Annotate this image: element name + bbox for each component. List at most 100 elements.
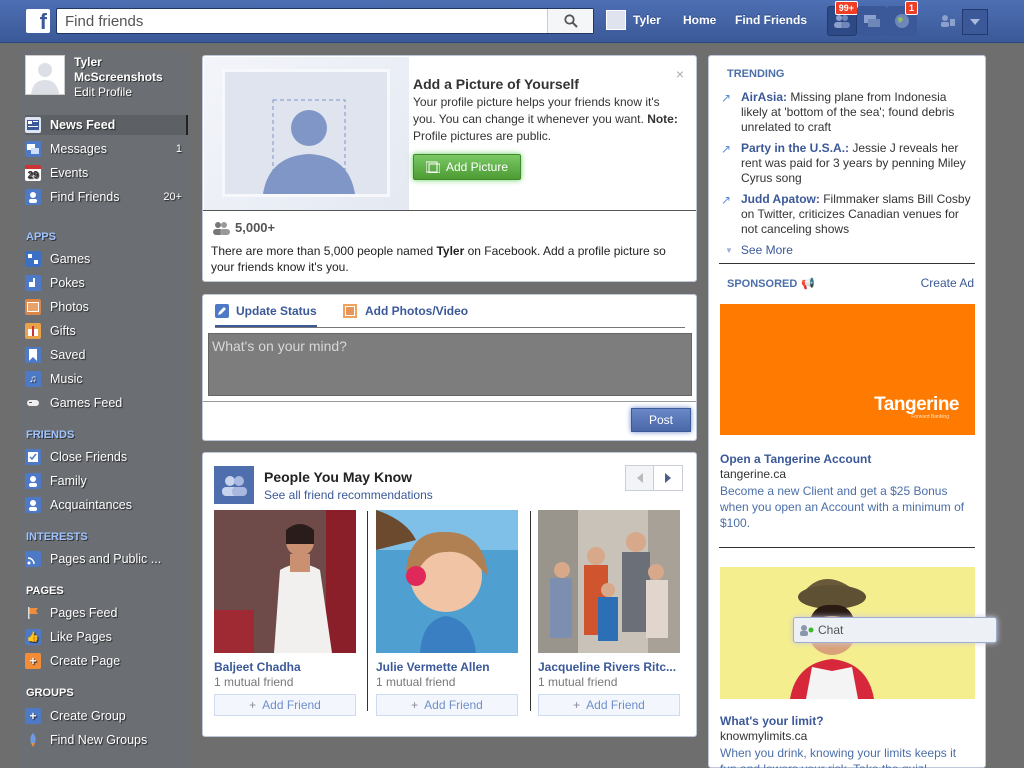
- sidebar-item-find-friends[interactable]: Find Friends 20+: [25, 187, 188, 207]
- profile-silhouette-frame: [222, 69, 390, 197]
- ad1-text[interactable]: Become a new Client and get a $25 Bonus …: [720, 483, 976, 531]
- pymk-title: People You May Know: [264, 469, 413, 485]
- mutual-friends[interactable]: 1 mutual friend: [376, 675, 455, 689]
- section-header-pages[interactable]: PAGES: [26, 585, 64, 597]
- ad1-title[interactable]: Open a Tangerine Account: [720, 452, 871, 466]
- trending-topic[interactable]: AirAsia:: [741, 90, 787, 104]
- chevron-down-icon: [970, 19, 980, 25]
- trending-topic[interactable]: Party in the U.S.A.:: [741, 141, 849, 155]
- trending-item[interactable]: ↗ AirAsia: Missing plane from Indonesia …: [721, 90, 971, 135]
- sidebar-item-gifts[interactable]: Gifts: [25, 321, 188, 341]
- silhouette-icon: [263, 99, 355, 194]
- plus-icon: +: [25, 708, 41, 724]
- status-placeholder: What's on your mind?: [212, 338, 347, 354]
- add-friend-button[interactable]: + Add Friend: [214, 694, 356, 716]
- nav-profile-link[interactable]: Tyler: [606, 10, 661, 30]
- tab-update-status[interactable]: Update Status: [215, 304, 317, 327]
- ad2-text[interactable]: When you drink, knowing your limits keep…: [720, 745, 976, 768]
- search-button[interactable]: [547, 9, 593, 33]
- person-name[interactable]: Jacqueline Rivers Ritc...: [538, 660, 680, 674]
- add-picture-button[interactable]: Add Picture: [413, 154, 521, 180]
- sidebar-item-label: Messages: [50, 142, 107, 156]
- add-friend-button[interactable]: + Add Friend: [538, 694, 680, 716]
- sidebar-profile[interactable]: Tyler McScreenshots Edit Profile: [25, 55, 189, 103]
- see-all-recommendations-link[interactable]: See all friend recommendations: [264, 488, 433, 502]
- sidebar-item-family[interactable]: Family: [25, 471, 188, 491]
- sidebar-item-music[interactable]: ♫ Music: [25, 369, 188, 389]
- divider: [215, 327, 685, 328]
- facebook-logo[interactable]: f: [26, 9, 50, 33]
- trending-item[interactable]: ↗ Judd Apatow: Filmmaker slams Bill Cosb…: [721, 192, 971, 237]
- see-more-link[interactable]: ▼ See More: [725, 243, 793, 257]
- flag-icon: [25, 605, 41, 621]
- edit-profile-link[interactable]: Edit Profile: [74, 85, 132, 99]
- sidebar-item-games[interactable]: Games: [25, 249, 188, 269]
- trending-item[interactable]: ↗ Party in the U.S.A.: Jessie J reveals …: [721, 141, 971, 186]
- chat-bar[interactable]: Chat: [793, 617, 997, 643]
- add-picture-title: Add a Picture of Yourself: [413, 76, 579, 92]
- section-header-interests[interactable]: INTERESTS: [26, 531, 88, 543]
- create-ad-link[interactable]: Create Ad: [921, 276, 974, 290]
- bookmark-icon: [25, 347, 41, 363]
- notifications-jewel[interactable]: 1: [887, 1, 918, 36]
- person-name[interactable]: Julie Vermette Allen: [376, 660, 518, 674]
- sidebar-item-news-feed[interactable]: News Feed: [25, 115, 188, 135]
- account-menu-button[interactable]: [962, 9, 988, 35]
- profile-name[interactable]: Tyler McScreenshots: [74, 55, 184, 85]
- sidebar-item-games-feed[interactable]: Games Feed: [25, 393, 188, 413]
- sidebar-item-close-friends[interactable]: Close Friends: [25, 447, 188, 467]
- tab-add-photos[interactable]: Add Photos/Video: [343, 304, 468, 318]
- chat-label: Chat: [818, 623, 844, 637]
- privacy-shortcuts-icon[interactable]: [940, 14, 956, 31]
- trending-topic[interactable]: Judd Apatow:: [741, 192, 820, 206]
- post-button[interactable]: Post: [631, 408, 691, 432]
- composer-card: Update Status Add Photos/Video What's on…: [202, 294, 697, 441]
- sidebar-item-find-new-groups[interactable]: Find New Groups: [25, 730, 188, 750]
- tangerine-ad-image[interactable]: Tangerine Forward Banking: [720, 304, 975, 435]
- section-header-apps[interactable]: APPS: [26, 231, 56, 243]
- messages-jewel[interactable]: [857, 6, 887, 36]
- section-header-groups[interactable]: GROUPS: [26, 687, 74, 699]
- sidebar-item-acquaintances[interactable]: Acquaintances: [25, 495, 188, 515]
- sidebar-item-like-pages[interactable]: 👍 Like Pages: [25, 627, 188, 647]
- pager-prev-button[interactable]: [626, 466, 654, 490]
- ad2-title[interactable]: What's your limit?: [720, 714, 824, 728]
- person-photo[interactable]: [214, 510, 356, 653]
- pager-next-button[interactable]: [654, 466, 682, 490]
- sidebar-item-label: Family: [50, 474, 87, 488]
- sidebar-item-label: Find New Groups: [50, 733, 148, 747]
- sidebar-item-pages-feed[interactable]: Pages Feed: [25, 603, 188, 623]
- person-photo[interactable]: [538, 510, 680, 653]
- game-controller-icon: [25, 395, 41, 411]
- person-name[interactable]: Baljeet Chadha: [214, 660, 356, 674]
- sidebar-item-label: Pages Feed: [50, 606, 118, 620]
- sidebar-item-pages-public[interactable]: Pages and Public ...: [25, 549, 188, 569]
- search-input[interactable]: [57, 9, 547, 33]
- add-friend-button[interactable]: + Add Friend: [376, 694, 518, 716]
- tab-label: Add Photos/Video: [365, 304, 469, 318]
- home-link[interactable]: Home: [683, 13, 716, 27]
- poke-icon: [25, 275, 41, 291]
- left-sidebar: Tyler McScreenshots Edit Profile News Fe…: [20, 50, 190, 768]
- avatar[interactable]: [25, 55, 65, 95]
- add-picture-description: Your profile picture helps your friends …: [413, 94, 683, 145]
- mutual-friends[interactable]: 1 mutual friend: [214, 675, 293, 689]
- sidebar-item-pokes[interactable]: Pokes: [25, 273, 188, 293]
- friend-requests-jewel[interactable]: 99+: [827, 1, 858, 36]
- find-friends-link[interactable]: Find Friends: [735, 13, 807, 27]
- section-header-friends[interactable]: FRIENDS: [26, 429, 74, 441]
- messages-count: 1: [175, 143, 182, 155]
- sidebar-item-photos[interactable]: Photos: [25, 297, 188, 317]
- desc-name[interactable]: Tyler: [436, 244, 464, 258]
- sidebar-item-messages[interactable]: Messages 1: [25, 139, 188, 159]
- ad2-domain[interactable]: knowmylimits.ca: [720, 729, 807, 743]
- sidebar-item-create-group[interactable]: + Create Group: [25, 706, 188, 726]
- person-photo[interactable]: [376, 510, 518, 653]
- ad1-domain[interactable]: tangerine.ca: [720, 467, 786, 481]
- sidebar-item-events[interactable]: 29 Events: [25, 163, 188, 183]
- status-textarea[interactable]: What's on your mind?: [208, 333, 692, 396]
- mutual-friends[interactable]: 1 mutual friend: [538, 675, 617, 689]
- close-icon[interactable]: ×: [676, 66, 684, 82]
- sidebar-item-create-page[interactable]: + Create Page: [25, 651, 188, 671]
- sidebar-item-saved[interactable]: Saved: [25, 345, 188, 365]
